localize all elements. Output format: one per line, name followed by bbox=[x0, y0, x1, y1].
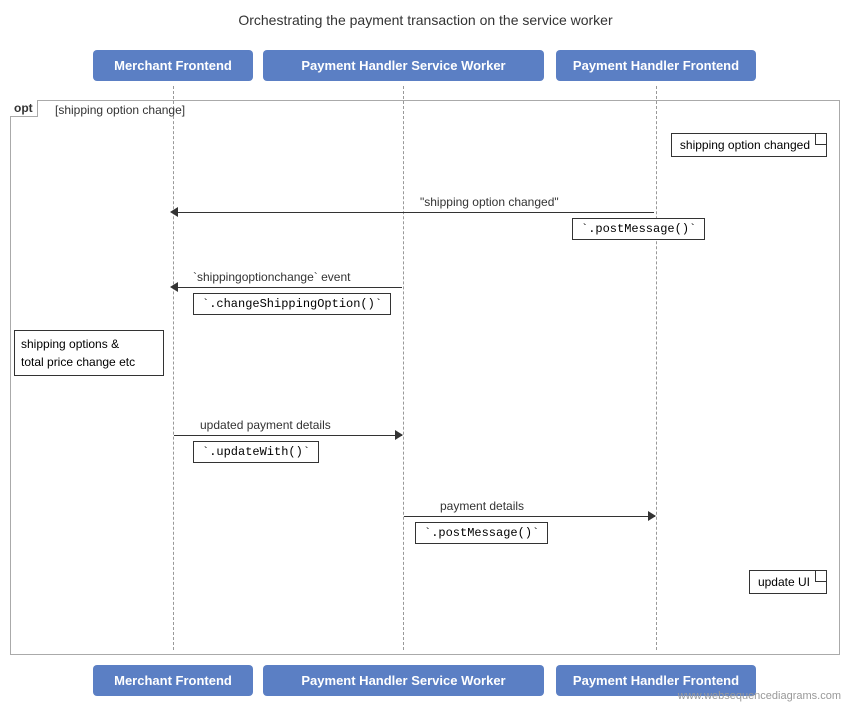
arrow-line-2 bbox=[174, 287, 402, 288]
arrowhead-2 bbox=[170, 282, 178, 292]
method-box-update-with: `.updateWith()` bbox=[193, 441, 319, 463]
arrow-label-4: payment details bbox=[440, 499, 524, 513]
arrow-label-1: "shipping option changed" bbox=[420, 195, 559, 209]
arrow-line-3 bbox=[174, 435, 402, 436]
actor-service-worker-top: Payment Handler Service Worker bbox=[263, 50, 544, 81]
opt-frame bbox=[10, 100, 840, 655]
arrowhead-1 bbox=[170, 207, 178, 217]
actor-handler-frontend-top: Payment Handler Frontend bbox=[556, 50, 756, 81]
note-shipping-option-changed: shipping option changed bbox=[671, 133, 827, 157]
watermark: www.websequencediagrams.com bbox=[678, 690, 841, 702]
arrow-label-2: `shippingoptionchange` event bbox=[193, 270, 350, 284]
arrow-line-4 bbox=[404, 516, 655, 517]
opt-keyword: opt bbox=[10, 100, 38, 117]
diagram-title: Orchestrating the payment transaction on… bbox=[0, 0, 851, 36]
arrow-label-3: updated payment details bbox=[200, 418, 331, 432]
actor-merchant-bottom: Merchant Frontend bbox=[93, 665, 253, 696]
method-box-postmessage-2: `.postMessage()` bbox=[415, 522, 548, 544]
method-box-postmessage-1: `.postMessage()` bbox=[572, 218, 705, 240]
note-update-ui: update UI bbox=[749, 570, 827, 594]
opt-condition: [shipping option change] bbox=[55, 103, 185, 117]
method-box-change-shipping: `.changeShippingOption()` bbox=[193, 293, 391, 315]
side-note-shipping: shipping options &total price change etc bbox=[14, 330, 164, 376]
arrowhead-3 bbox=[395, 430, 403, 440]
arrowhead-4 bbox=[648, 511, 656, 521]
arrow-line-1 bbox=[174, 212, 654, 213]
diagram: Orchestrating the payment transaction on… bbox=[0, 0, 851, 710]
actor-service-worker-bottom: Payment Handler Service Worker bbox=[263, 665, 544, 696]
actor-merchant-top: Merchant Frontend bbox=[93, 50, 253, 81]
